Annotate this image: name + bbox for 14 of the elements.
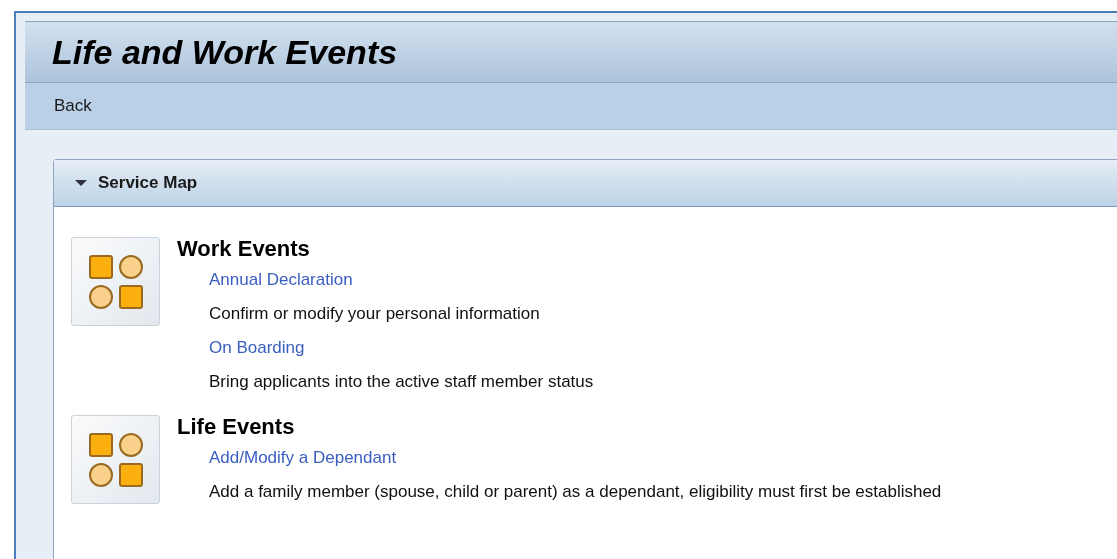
service-group-icon	[71, 237, 160, 326]
service-link[interactable]: On Boarding	[209, 331, 305, 365]
panel-title: Service Map	[98, 172, 198, 195]
group-title: Work Events	[177, 235, 311, 263]
collapse-triangle-icon[interactable]	[74, 178, 88, 188]
service-description: Confirm or modify your personal information	[209, 303, 541, 325]
service-description: Add a family member (spouse, child or parent) as a dependant, eligibility must first be established	[209, 481, 942, 503]
service-group-icon	[71, 415, 160, 504]
service-link[interactable]: Annual Declaration	[209, 263, 353, 297]
page-title: Life and Work Events	[52, 35, 398, 69]
back-button[interactable]: Back	[54, 93, 92, 119]
group-title: Life Events	[177, 413, 296, 441]
service-link[interactable]: Add/Modify a Dependant	[209, 441, 397, 475]
service-description: Bring applicants into the active staff member status	[209, 371, 594, 393]
